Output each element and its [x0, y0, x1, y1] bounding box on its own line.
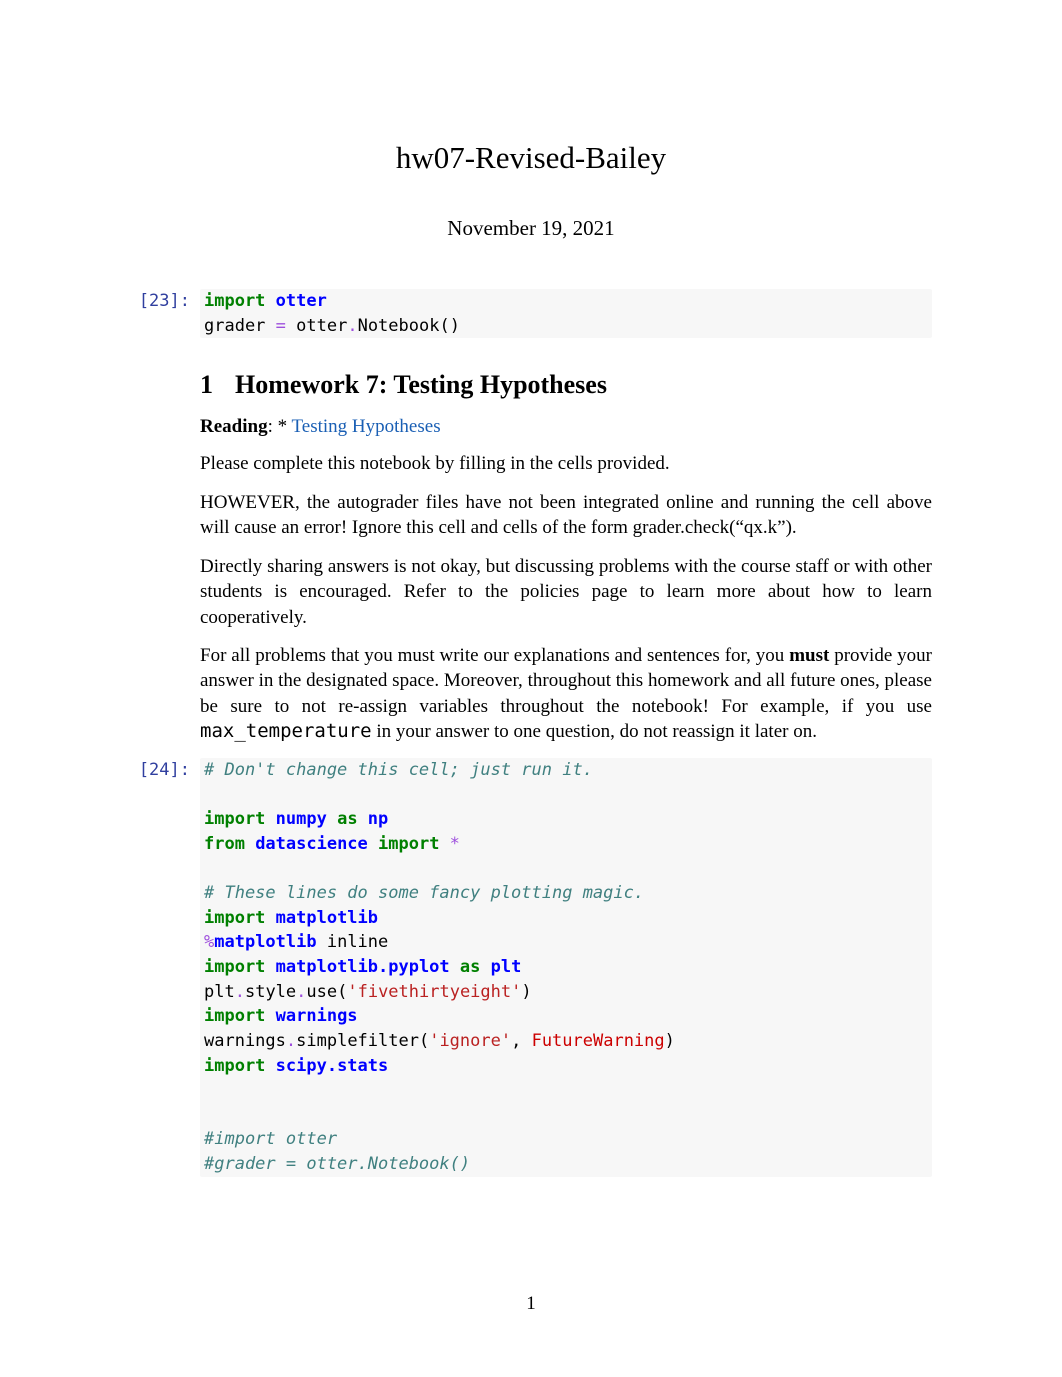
text: in your answer to one question, do not r…: [372, 721, 817, 742]
bold-text: must: [789, 645, 829, 666]
cell-prompt: [24]:: [130, 758, 200, 783]
section-heading: 1 Homework 7: Testing Hypotheses: [200, 370, 932, 400]
cell-prompt: [23]:: [130, 289, 200, 314]
document-date: November 19, 2021: [130, 216, 932, 241]
inline-code: max_temperature: [200, 720, 372, 742]
code-cell-23: [23]: import otter grader = otter.Notebo…: [130, 289, 932, 338]
reading-link[interactable]: Testing Hypotheses: [292, 416, 441, 437]
paragraph: Directly sharing answers is not okay, bu…: [200, 554, 932, 630]
paragraph: Please complete this notebook by filling…: [200, 451, 932, 476]
text: For all problems that you must write our…: [200, 645, 789, 666]
page-number: 1: [0, 1293, 1062, 1315]
section-title: Homework 7: Testing Hypotheses: [235, 370, 607, 400]
document-title: hw07-Revised-Bailey: [130, 140, 932, 176]
section-number: 1: [200, 370, 213, 400]
paragraph: HOWEVER, the autograder files have not b…: [200, 490, 932, 541]
reading-label: Reading: [200, 416, 268, 437]
reading-prefix: : *: [268, 416, 292, 437]
cell-source: import otter grader = otter.Notebook(): [200, 289, 932, 338]
paragraph: For all problems that you must write our…: [200, 643, 932, 745]
reading-line: Reading: * Testing Hypotheses: [200, 416, 932, 438]
code-cell-24: [24]: # Don't change this cell; just run…: [130, 758, 932, 1177]
cell-source: # Don't change this cell; just run it. i…: [200, 758, 932, 1177]
